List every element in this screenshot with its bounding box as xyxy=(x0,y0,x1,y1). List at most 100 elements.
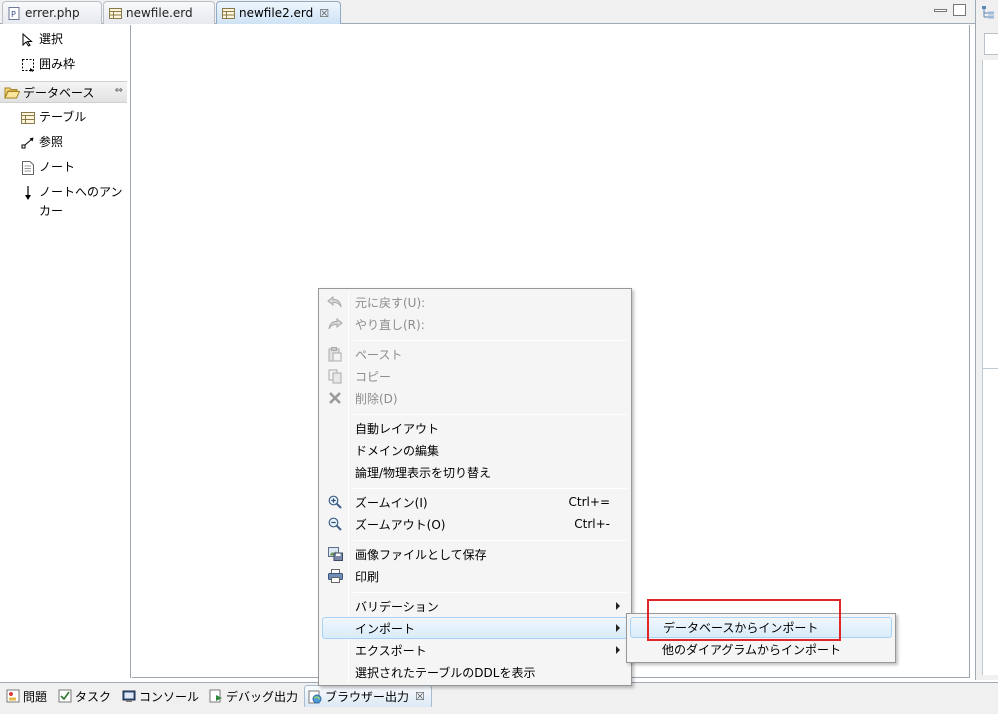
zoom-out-icon xyxy=(327,516,343,532)
palette-item-reference[interactable]: 参照 xyxy=(0,133,130,152)
menu-separator xyxy=(353,414,627,415)
note-icon xyxy=(20,160,36,176)
outline-icon[interactable] xyxy=(981,5,995,19)
palette-select-tool[interactable]: 選択 xyxy=(0,30,130,49)
menu-label: 他のダイアグラムからインポート xyxy=(662,643,842,657)
tab-label: newfile.erd xyxy=(126,6,193,20)
submenu-arrow-icon xyxy=(616,624,620,632)
pin-icon[interactable]: ⇔ xyxy=(115,85,123,96)
tab-browser-output[interactable]: ブラウザー出力 ☒ xyxy=(304,685,432,707)
menu-shortcut: Ctrl+- xyxy=(574,517,610,531)
tasks-icon xyxy=(58,689,72,703)
menu-item-validation[interactable]: バリデーション xyxy=(322,595,628,617)
zoom-in-icon xyxy=(327,494,343,510)
erd-file-icon xyxy=(109,7,122,19)
menu-label: やり直し(R): xyxy=(355,317,425,332)
menu-item-undo[interactable]: 元に戻す(U): xyxy=(322,291,628,313)
menu-item-print[interactable]: 印刷 xyxy=(322,565,628,587)
menu-label: 自動レイアウト xyxy=(355,421,440,436)
palette-item-label: ノートへのアンカー xyxy=(39,185,123,218)
editor-tab-bar: P errer.php newfile.erd newfile2.erd ☒ xyxy=(0,0,998,24)
menu-label: 元に戻す(U): xyxy=(355,295,426,310)
copy-icon xyxy=(327,368,343,384)
menu-separator xyxy=(353,540,627,541)
palette-item-label: 参照 xyxy=(39,135,64,149)
erd-file-icon xyxy=(222,7,235,19)
divider xyxy=(982,368,998,369)
menu-item-zoom-in[interactable]: ズームイン(I) Ctrl+= xyxy=(322,491,628,513)
tab-label: デバッグ出力 xyxy=(226,689,299,704)
menu-item-delete[interactable]: 削除(D) xyxy=(322,387,628,409)
tab-label: errer.php xyxy=(25,6,80,20)
palette-drawer-label: データベース xyxy=(23,85,95,100)
tab-tasks[interactable]: タスク xyxy=(54,685,112,707)
palette-item-label: ノート xyxy=(39,160,76,174)
menu-label: エクスポート xyxy=(355,643,427,658)
menu-item-redo[interactable]: やり直し(R): xyxy=(322,313,628,335)
menu-item-show-ddl[interactable]: 選択されたテーブルのDDLを表示 xyxy=(322,661,628,683)
problems-icon xyxy=(6,689,20,703)
menu-item-save-image[interactable]: 画像ファイルとして保存 xyxy=(322,543,628,565)
tab-problems[interactable]: 問題 xyxy=(2,685,48,707)
menu-item-export[interactable]: エクスポート xyxy=(322,639,628,661)
menu-separator xyxy=(353,592,627,593)
close-icon[interactable]: ☒ xyxy=(415,690,425,703)
menu-item-import[interactable]: インポート xyxy=(322,617,628,639)
menu-label: ズームアウト(O) xyxy=(355,517,446,532)
tab-console[interactable]: コンソール xyxy=(118,685,200,707)
tab-newfile2-erd[interactable]: newfile2.erd ☒ xyxy=(216,1,341,24)
save-image-icon xyxy=(327,546,343,562)
palette-drawer-database[interactable]: データベース ⇔ xyxy=(0,81,127,103)
menu-label: ペースト xyxy=(355,347,403,362)
printer-icon xyxy=(327,568,343,584)
menu-item-zoom-out[interactable]: ズームアウト(O) Ctrl+- xyxy=(322,513,628,535)
menu-label: 削除(D) xyxy=(355,391,398,406)
submenu-item-import-from-diagram[interactable]: 他のダイアグラムからインポート xyxy=(630,639,892,660)
tab-label: newfile2.erd xyxy=(239,6,314,20)
highlight-annotation-box xyxy=(647,599,841,641)
palette-item-label: テーブル xyxy=(39,110,87,124)
paste-icon xyxy=(327,346,343,362)
marquee-icon xyxy=(20,57,36,73)
menu-item-auto-layout[interactable]: 自動レイアウト xyxy=(322,417,628,439)
palette-marquee-tool[interactable]: 囲み枠 xyxy=(0,55,130,74)
tab-label: 問題 xyxy=(23,689,48,704)
maximize-icon[interactable] xyxy=(953,4,966,16)
php-file-icon: P xyxy=(8,6,20,20)
redo-icon xyxy=(327,316,343,332)
tab-errer-php[interactable]: P errer.php xyxy=(2,1,102,24)
tab-debug-output[interactable]: デバッグ出力 xyxy=(205,685,299,707)
undo-icon xyxy=(327,294,343,310)
browser-output-icon xyxy=(308,690,322,703)
submenu-arrow-icon xyxy=(616,602,620,610)
submenu-arrow-icon xyxy=(616,646,620,654)
menu-item-edit-domain[interactable]: ドメインの編集 xyxy=(322,439,628,461)
menu-label: 印刷 xyxy=(355,569,380,584)
folder-open-icon xyxy=(4,84,20,100)
outline-filter-input[interactable] xyxy=(984,33,998,55)
reference-icon xyxy=(20,135,36,151)
table-icon xyxy=(20,110,36,126)
outline-view-strip xyxy=(975,0,998,680)
menu-item-toggle-view[interactable]: 論理/物理表示を切り替え xyxy=(322,461,628,483)
menu-label: 論理/物理表示を切り替え xyxy=(355,465,492,480)
tab-label: タスク xyxy=(75,689,112,704)
menu-item-copy[interactable]: コピー xyxy=(322,365,628,387)
menu-label: ドメインの編集 xyxy=(355,443,440,458)
palette-item-note-anchor[interactable]: ノートへのアンカー xyxy=(0,183,130,221)
menu-item-paste[interactable]: ペースト xyxy=(322,343,628,365)
menu-shortcut: Ctrl+= xyxy=(568,495,610,509)
palette-item-table[interactable]: テーブル xyxy=(0,108,130,127)
tab-newfile-erd[interactable]: newfile.erd xyxy=(103,1,215,24)
console-icon xyxy=(122,690,136,702)
tab-label: コンソール xyxy=(139,689,200,704)
close-icon[interactable]: ☒ xyxy=(319,7,329,20)
menu-label: バリデーション xyxy=(355,599,439,614)
palette-item-label: 選択 xyxy=(39,32,64,46)
context-menu: 元に戻す(U): やり直し(R): ペースト コピー 削除(D) 自動レイアウト… xyxy=(318,288,632,686)
minimize-icon[interactable] xyxy=(934,9,947,12)
palette-item-note[interactable]: ノート xyxy=(0,158,130,177)
palette-panel: 選択 囲み枠 データベース ⇔ テーブル 参照 ノート ノートへのアンカー xyxy=(0,25,131,678)
menu-label: 選択されたテーブルのDDLを表示 xyxy=(355,665,536,680)
menu-label: 画像ファイルとして保存 xyxy=(355,547,487,562)
